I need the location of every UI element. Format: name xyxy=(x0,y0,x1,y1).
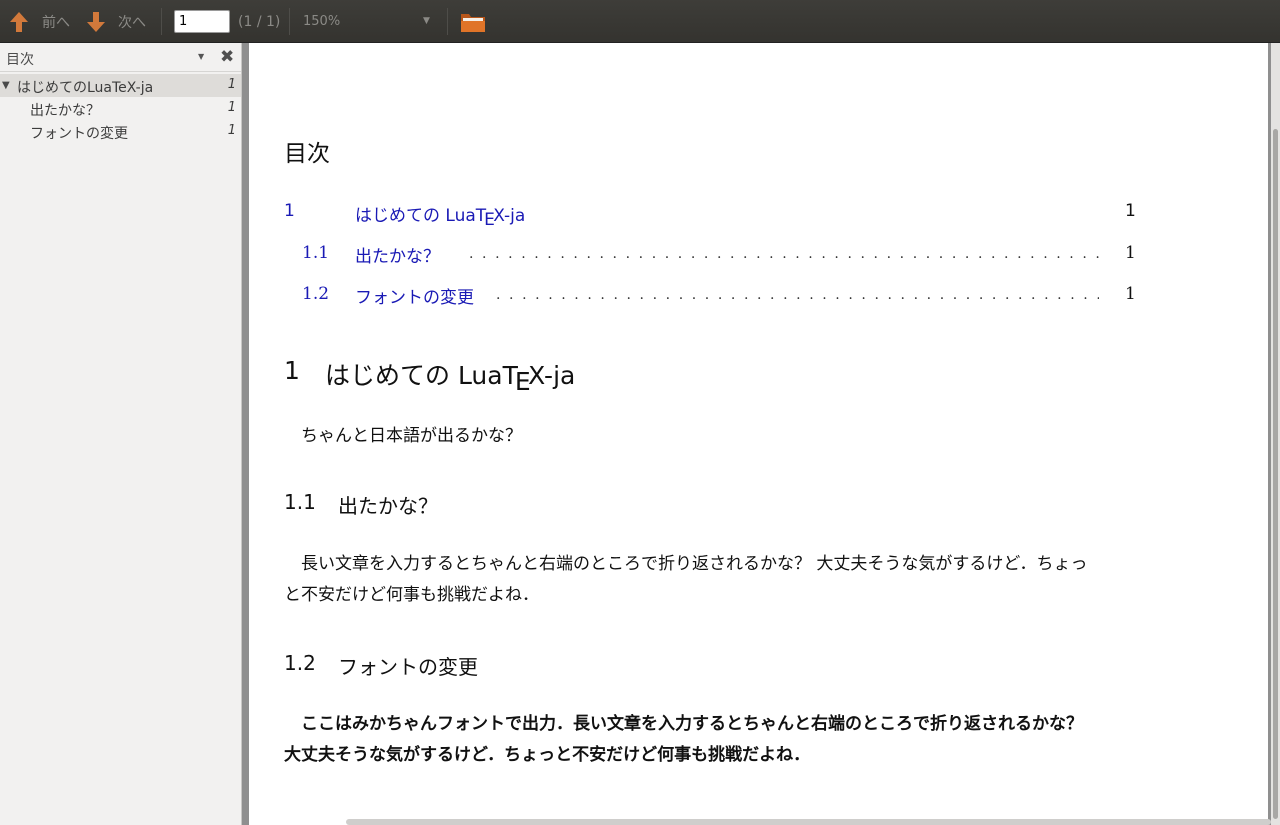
toc-entry-number[interactable]: 1.1 xyxy=(302,243,329,263)
toc-leader-dots: ........................................… xyxy=(469,246,1099,262)
separator xyxy=(161,8,162,35)
sidebar: 目次 ▼ ✖ ▼ はじめてのLuaTeX-ja 1 出たかな？ 1 フォントの変… xyxy=(0,43,242,825)
next-page-button[interactable]: 次へ xyxy=(85,0,146,43)
expander-icon[interactable]: ▼ xyxy=(2,80,10,91)
outline-item[interactable]: フォントの変更 1 xyxy=(0,120,241,143)
toc-heading: 目次 xyxy=(284,141,330,167)
vertical-scrollbar[interactable] xyxy=(1271,43,1280,825)
toc-entry-text: はじめての LuaT xyxy=(355,206,487,226)
subsection-title: 出たかな？ xyxy=(338,494,438,518)
section-title-text: はじめての LuaT xyxy=(325,361,518,390)
outline-item-label: はじめてのLuaTeX-ja xyxy=(17,80,154,96)
paragraph-line: ここはみかちゃんフォントで出力．長い文章を入力するとちゃんと右端のところで折り返… xyxy=(301,714,1083,734)
horizontal-scrollbar[interactable] xyxy=(346,819,1271,825)
paragraph-line: 長い文章を入力するとちゃんと右端のところで折り返されるかな？ 大丈夫そうな気がす… xyxy=(301,554,1088,574)
toc-entry-text: X-ja xyxy=(493,206,526,226)
scrollbar-thumb[interactable] xyxy=(1273,129,1278,819)
section-number: 1 xyxy=(284,356,300,385)
subsection-number: 1.2 xyxy=(284,651,316,675)
section-title-text: X-ja xyxy=(528,361,576,390)
section-title: はじめての LuaTEX-ja xyxy=(325,356,576,396)
toc-entry-link[interactable]: フォントの変更 xyxy=(355,283,474,308)
zoom-value: 150% xyxy=(303,14,341,29)
subsection-title: フォントの変更 xyxy=(338,655,478,679)
arrow-down-icon xyxy=(87,11,105,32)
folder-icon xyxy=(461,13,485,32)
page-count-label: (1 / 1) xyxy=(238,13,281,30)
outline-item[interactable]: ▼ はじめてのLuaTeX-ja 1 xyxy=(0,74,241,97)
paragraph-line: 大丈夫そうな気がするけど．ちょっと不安だけど何事も挑戦だよね． xyxy=(284,745,811,765)
paragraph: ちゃんと日本語が出るかな？ xyxy=(301,426,522,446)
prev-page-button[interactable]: 前へ xyxy=(8,0,70,43)
zoom-select[interactable]: 150% ▼ xyxy=(303,0,438,43)
toc-entry-text: E xyxy=(484,209,495,230)
toc-leader-dots: ........................................… xyxy=(496,287,1099,303)
page-count: (1 / 1) xyxy=(238,0,280,43)
outline-item[interactable]: 出たかな？ 1 xyxy=(0,97,241,120)
outline-item-label: 出たかな？ xyxy=(30,103,100,119)
prev-label: 前へ xyxy=(42,14,70,31)
section-title-text: E xyxy=(514,366,531,396)
toc-entry-page: 1 xyxy=(1125,284,1136,304)
toc-entry-page: 1 xyxy=(1125,201,1136,221)
arrow-up-icon xyxy=(10,11,28,32)
document-area[interactable]: 目次 1 はじめての LuaTEX-ja 1 1.1 出たかな？ .......… xyxy=(242,43,1280,825)
outline-item-page: 1 xyxy=(227,123,236,138)
toc-entry-link[interactable]: 出たかな？ xyxy=(355,242,440,267)
paragraph-line: と不安だけど何事も挑戦だよね． xyxy=(284,585,539,605)
toc-entry-number[interactable]: 1.2 xyxy=(302,284,329,304)
page-number-input[interactable] xyxy=(174,10,230,33)
toc-entry-link[interactable]: はじめての LuaTEX-ja xyxy=(355,201,526,230)
sidebar-header: 目次 ▼ ✖ xyxy=(0,43,241,72)
toc-entry-page: 1 xyxy=(1125,243,1136,263)
chevron-down-icon[interactable]: ▼ xyxy=(198,52,204,61)
subsection-number: 1.1 xyxy=(284,490,316,514)
toolbar: 前へ 次へ (1 / 1) 150% ▼ xyxy=(0,0,1280,43)
outline-item-label: フォントの変更 xyxy=(30,126,128,142)
outline-item-page: 1 xyxy=(227,100,236,115)
outline-item-page: 1 xyxy=(227,77,236,92)
pdf-page: 目次 1 はじめての LuaTEX-ja 1 1.1 出たかな？ .......… xyxy=(249,43,1268,825)
chevron-down-icon: ▼ xyxy=(423,16,430,26)
sidebar-title[interactable]: 目次 xyxy=(6,49,34,69)
toc-entry-number[interactable]: 1 xyxy=(284,201,295,221)
separator xyxy=(447,8,448,35)
separator xyxy=(289,8,290,35)
open-file-button[interactable] xyxy=(460,0,486,43)
next-label: 次へ xyxy=(118,14,146,31)
close-icon[interactable]: ✖ xyxy=(220,47,234,67)
